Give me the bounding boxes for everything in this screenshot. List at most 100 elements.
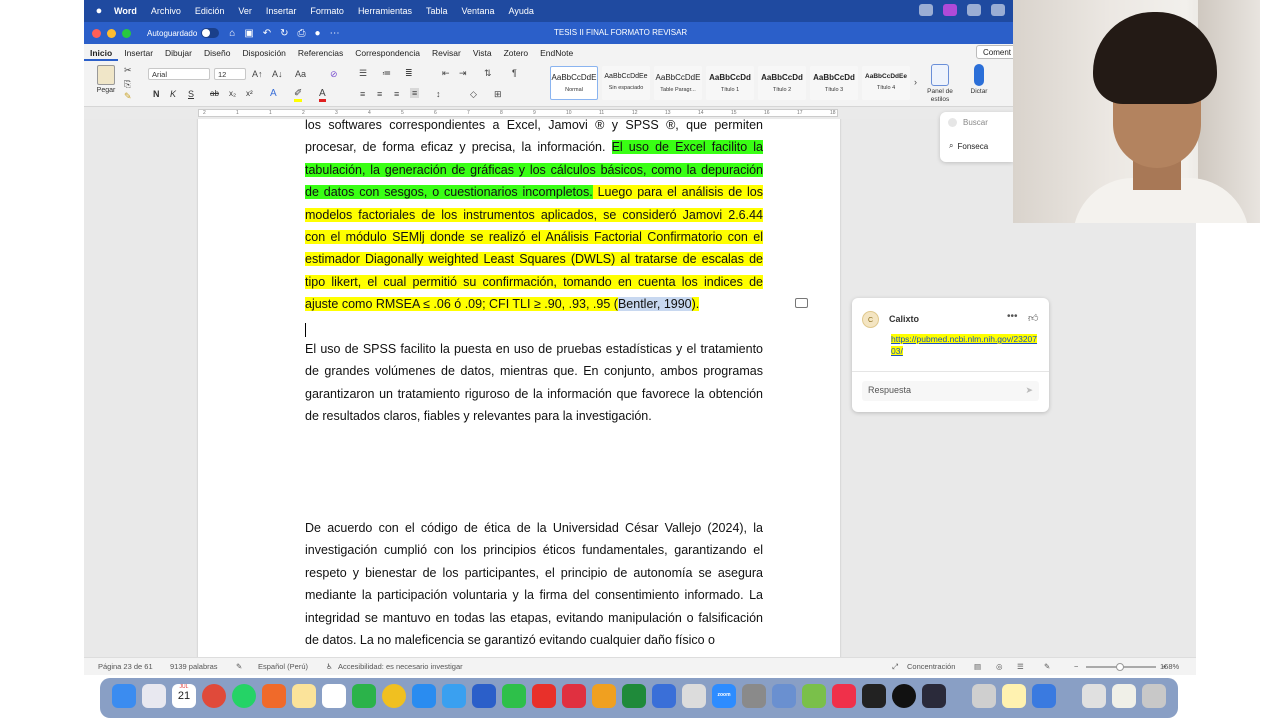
zoom-window-button[interactable]	[122, 28, 131, 38]
menu-edicion[interactable]: Edición	[195, 6, 225, 16]
paragraph-ethics[interactable]: De acuerdo con el código de ética de la …	[305, 517, 763, 651]
pages-icon[interactable]	[592, 684, 616, 708]
change-case-icon[interactable]: Aa	[295, 69, 306, 79]
tab-insertar[interactable]: Insertar	[118, 48, 159, 61]
style-titulo-3[interactable]: AaBbCcDd Título 3	[810, 66, 858, 100]
keynote-icon[interactable]	[442, 684, 466, 708]
comment-link[interactable]: https://pubmed.ncbi.nlm.nih.gov/2320703/	[891, 333, 1039, 357]
recent-window-icon[interactable]	[1082, 684, 1106, 708]
strikethrough-button[interactable]: ab	[210, 89, 219, 98]
menu-ver[interactable]: Ver	[238, 6, 252, 16]
recent-document-icon[interactable]	[1112, 684, 1136, 708]
search-result[interactable]: ⌕ Fonseca	[949, 141, 988, 151]
shading-icon[interactable]: ◇	[470, 89, 477, 100]
reply-input[interactable]: Respuesta ➤	[862, 381, 1039, 401]
music-icon[interactable]	[832, 684, 856, 708]
menu-tabla[interactable]: Tabla	[426, 6, 448, 16]
chevron-right-icon[interactable]: ›	[914, 77, 917, 87]
zoom-level[interactable]: 168%	[1160, 662, 1179, 671]
highlight-color-icon[interactable]: ✐	[294, 88, 303, 102]
zoom-out-icon[interactable]: −	[1074, 662, 1078, 671]
style-sin-espaciado[interactable]: AaBbCcDdEe Sin espaciado	[602, 66, 650, 100]
copy-icon[interactable]: ⎘	[124, 79, 131, 90]
comments-button[interactable]: Coment	[975, 45, 1018, 59]
draft-view-icon[interactable]: ✎	[1044, 662, 1050, 671]
autosave-toggle[interactable]	[201, 28, 220, 38]
bold-button[interactable]: N	[153, 89, 160, 99]
jamovi-icon[interactable]	[652, 684, 676, 708]
align-right-icon[interactable]: ≡	[394, 89, 399, 99]
commented-citation[interactable]: Bentler, 1990	[617, 297, 692, 312]
paste-button[interactable]: Pegar	[92, 65, 120, 94]
accessibility-status[interactable]: Accesibilidad: es necesario investigar	[338, 662, 463, 671]
numbering-icon[interactable]: ≔	[382, 68, 391, 79]
menu-ayuda[interactable]: Ayuda	[509, 6, 534, 16]
redo-icon[interactable]: ↻	[280, 28, 288, 39]
stickies-icon[interactable]	[1002, 684, 1026, 708]
show-formatting-icon[interactable]: ¶	[512, 68, 517, 78]
style-titulo-1[interactable]: AaBbCcDd Título 1	[706, 66, 754, 100]
tiktok-icon[interactable]	[892, 684, 916, 708]
comment-marker-icon[interactable]	[795, 298, 808, 308]
tab-correspondencia[interactable]: Correspondencia	[349, 48, 426, 61]
style-table-paragraph[interactable]: AaBbCcDdE Table Paragr...	[654, 66, 702, 100]
text-effects-icon[interactable]: A	[270, 88, 277, 99]
zoom-app-icon[interactable]: zoom	[712, 684, 736, 708]
tab-diseno[interactable]: Diseño	[198, 48, 236, 61]
sort-icon[interactable]: ⇅	[484, 68, 492, 79]
focus-mode[interactable]: Concentración	[907, 662, 955, 671]
language[interactable]: Español (Perú)	[258, 662, 308, 671]
notes-icon[interactable]	[292, 684, 316, 708]
cloud-icon[interactable]	[919, 4, 933, 16]
activity-monitor-icon[interactable]	[922, 684, 946, 708]
facetime-icon[interactable]	[352, 684, 376, 708]
clear-formatting-icon[interactable]: ⊘	[330, 69, 338, 80]
zoom-slider-thumb[interactable]	[1116, 663, 1124, 671]
minimize-window-button[interactable]	[107, 28, 116, 38]
borders-icon[interactable]: ⊞	[494, 89, 502, 100]
menu-ventana[interactable]: Ventana	[461, 6, 494, 16]
tab-disposicion[interactable]: Disposición	[236, 48, 291, 61]
subscript-button[interactable]: x₂	[229, 89, 236, 98]
tab-vista[interactable]: Vista	[467, 48, 498, 61]
launchpad-icon[interactable]	[142, 684, 166, 708]
menu-insertar[interactable]: Insertar	[266, 6, 297, 16]
close-window-button[interactable]	[92, 28, 101, 38]
style-titulo-4[interactable]: AaBbCcDdEe Título 4	[862, 66, 910, 100]
style-normal[interactable]: AaBbCcDdE Normal	[550, 66, 598, 100]
tab-zotero[interactable]: Zotero	[498, 48, 535, 61]
tab-dibujar[interactable]: Dibujar	[159, 48, 198, 61]
bullets-icon[interactable]: ☰	[359, 68, 367, 79]
print-layout-icon[interactable]: ▤	[974, 662, 981, 671]
downloads-folder-icon[interactable]	[1032, 684, 1056, 708]
superscript-button[interactable]: x²	[246, 89, 253, 98]
justify-icon[interactable]: ≡	[410, 88, 420, 98]
brave-icon[interactable]	[262, 684, 286, 708]
proofing-icon[interactable]: ✎	[236, 662, 242, 671]
calendar-icon[interactable]: JUL 21	[172, 684, 196, 708]
save-icon[interactable]: ▣	[244, 28, 253, 39]
font-size-select[interactable]: 12	[214, 68, 246, 80]
paragraph-spss[interactable]: El uso de SPSS facilito la puesta en uso…	[305, 338, 763, 428]
comment-card[interactable]: C Calixto ••• 👍︎ https://pubmed.ncbi.nlm…	[852, 298, 1049, 412]
search-field[interactable]: Buscar	[948, 118, 988, 127]
format-painter-icon[interactable]: ✎	[124, 91, 132, 102]
home-icon[interactable]: ⌂	[229, 28, 235, 39]
chrome-icon[interactable]	[202, 684, 226, 708]
menu-archivo[interactable]: Archivo	[151, 6, 181, 16]
mendeley-icon[interactable]	[532, 684, 556, 708]
norton-icon[interactable]	[382, 684, 406, 708]
input-source-icon[interactable]	[967, 4, 981, 16]
freeform-icon[interactable]	[322, 684, 346, 708]
undo-icon[interactable]: ↶	[263, 28, 271, 39]
more-options-icon[interactable]: •••	[1007, 311, 1018, 322]
finder-icon[interactable]	[112, 684, 136, 708]
multilevel-list-icon[interactable]: ≣	[405, 68, 413, 79]
send-icon[interactable]: ➤	[1025, 385, 1033, 396]
web-layout-icon[interactable]: ◎	[996, 662, 1003, 671]
tab-inicio[interactable]: Inicio	[84, 48, 119, 61]
zotero-icon[interactable]	[562, 684, 586, 708]
tab-revisar[interactable]: Revisar	[426, 48, 467, 61]
decrease-indent-icon[interactable]: ⇤	[442, 68, 450, 79]
menu-app-word[interactable]: Word	[114, 6, 137, 16]
